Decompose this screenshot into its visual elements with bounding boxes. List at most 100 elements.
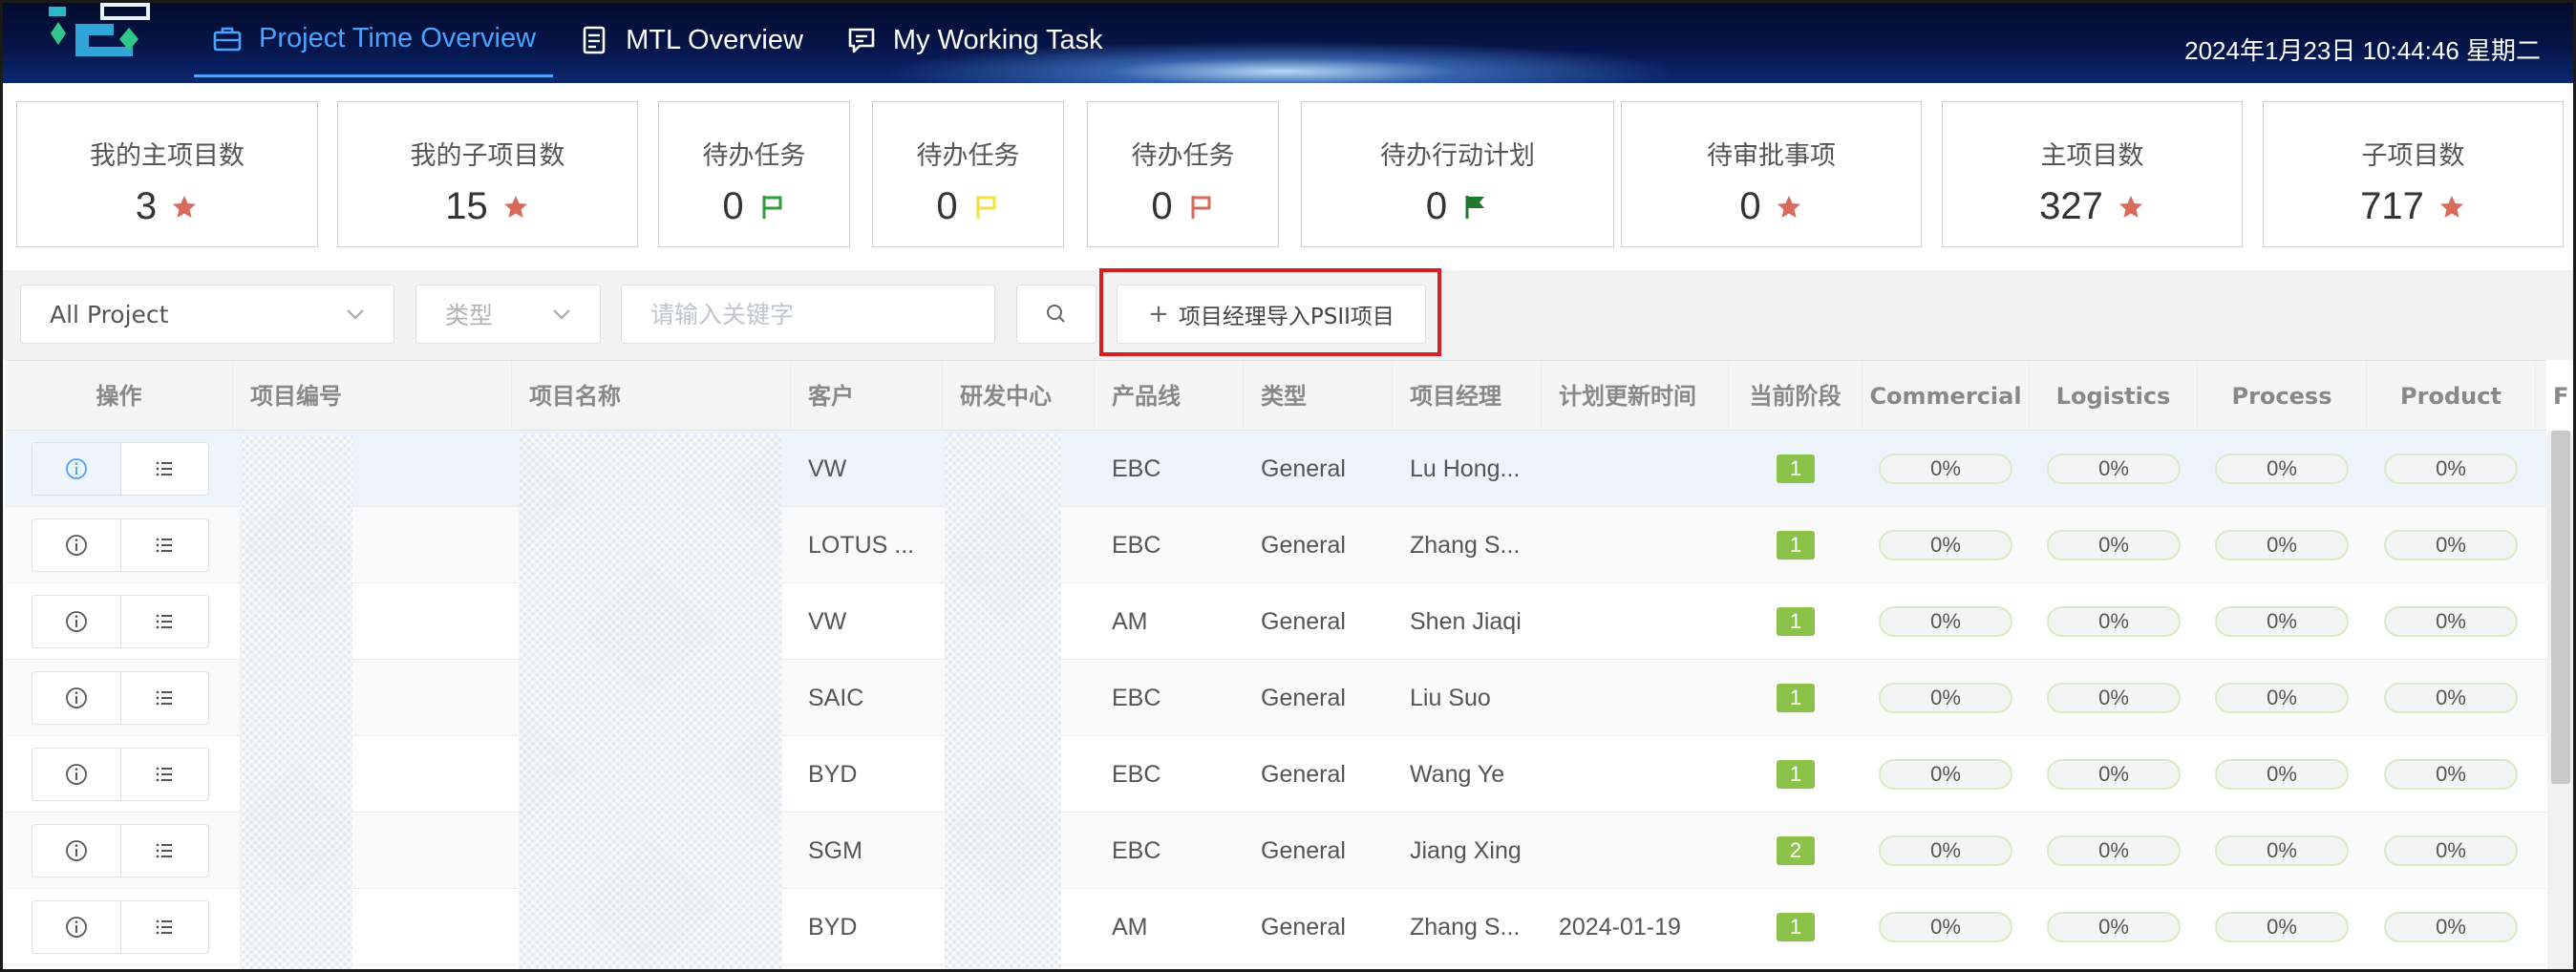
nav-mtl-overview[interactable]: MTL Overview xyxy=(561,3,820,77)
cell-manager: Liu Suo xyxy=(1410,685,1491,711)
header-col-process[interactable]: Process xyxy=(2198,361,2367,432)
chat-icon xyxy=(845,24,878,56)
nav-my-working-task[interactable]: My Working Task xyxy=(828,3,1120,77)
cell-product-line: EBC xyxy=(1112,455,1161,482)
header-col-product[interactable]: Product xyxy=(2367,361,2536,432)
stat-card[interactable]: 待办任务 0 xyxy=(1087,101,1279,247)
logistics-progress: 0% xyxy=(2047,606,2181,637)
star-icon xyxy=(2438,193,2466,222)
header-col-manager[interactable]: 项目经理 xyxy=(1393,361,1542,432)
table-row[interactable]: SGM EBC General Jiang Xing 2 0% 0% 0% 0% xyxy=(6,813,2546,889)
row-actions xyxy=(32,671,209,725)
list-button[interactable] xyxy=(119,443,209,495)
header-col-actions[interactable]: 操作 xyxy=(6,361,233,432)
table-row[interactable]: BYD AM General Zhang S... 2024-01-19 1 0… xyxy=(6,889,2546,965)
flag-outline-icon xyxy=(1186,193,1215,222)
info-button[interactable] xyxy=(32,596,120,647)
search-input[interactable] xyxy=(621,285,995,344)
nav-label: Project Time Overview xyxy=(259,23,537,53)
import-psii-button[interactable]: + 项目经理导入PSII项目 xyxy=(1117,285,1426,344)
header-col-stage[interactable]: 当前阶段 xyxy=(1729,361,1863,432)
cell-customer: VW xyxy=(808,608,847,635)
stat-card[interactable]: 待审批事项 0 xyxy=(1621,101,1922,247)
cell-product-line: AM xyxy=(1112,608,1148,635)
cell-plan-update: 2024-01-19 xyxy=(1559,914,1681,940)
list-button[interactable] xyxy=(119,519,209,571)
product-progress: 0% xyxy=(2384,454,2518,484)
stage-badge: 1 xyxy=(1777,684,1815,712)
stat-card[interactable]: 待办任务 0 xyxy=(872,101,1064,247)
info-button[interactable] xyxy=(32,825,120,877)
nav-label: My Working Task xyxy=(892,24,1103,55)
header-col-product-line[interactable]: 产品线 xyxy=(1095,361,1244,432)
commercial-progress: 0% xyxy=(1879,912,2012,942)
header-col-type[interactable]: 类型 xyxy=(1244,361,1393,432)
stat-card[interactable]: 待办行动计划 0 xyxy=(1301,101,1614,247)
info-button[interactable] xyxy=(32,901,120,953)
process-progress: 0% xyxy=(2215,683,2349,713)
scrollbar-thumb[interactable] xyxy=(2551,431,2570,784)
table-row[interactable]: VW AM General Shen Jiaqi 1 0% 0% 0% 0% xyxy=(6,583,2546,660)
commercial-progress: 0% xyxy=(1879,606,2012,637)
search-button[interactable] xyxy=(1016,285,1096,344)
redacted-project-id xyxy=(240,434,352,969)
table-row[interactable]: LOTUS ... EBC General Zhang S... 1 0% 0%… xyxy=(6,507,2546,583)
list-button[interactable] xyxy=(119,672,209,724)
product-progress: 0% xyxy=(2384,759,2518,790)
table-row[interactable]: VW EBC General Lu Hong... 1 0% 0% 0% 0% xyxy=(6,431,2546,507)
stat-card[interactable]: 我的子项目数 15 xyxy=(337,101,638,247)
header-col-plan-update[interactable]: 计划更新时间 xyxy=(1542,361,1729,432)
header-col-customer[interactable]: 客户 xyxy=(791,361,943,432)
table-row[interactable]: BYD EBC General Wang Ye 1 0% 0% 0% 0% xyxy=(6,736,2546,813)
stat-card[interactable]: 待办任务 0 xyxy=(658,101,850,247)
row-actions xyxy=(32,824,209,877)
header-col-project-id[interactable]: 项目编号 xyxy=(233,361,512,432)
header-col-f[interactable]: F xyxy=(2536,361,2573,432)
stat-label: 我的主项目数 xyxy=(90,141,245,171)
info-button[interactable] xyxy=(32,519,120,571)
stat-value: 0 xyxy=(1739,185,1761,227)
list-button[interactable] xyxy=(119,749,209,800)
header-col-rd-center[interactable]: 研发中心 xyxy=(943,361,1095,432)
search-icon xyxy=(1047,305,1065,323)
stat-card[interactable]: 子项目数 717 xyxy=(2263,101,2564,247)
project-select[interactable]: All Project xyxy=(20,285,394,344)
plus-icon: + xyxy=(1148,300,1169,328)
info-button[interactable] xyxy=(32,443,120,495)
cell-product-line: EBC xyxy=(1112,837,1161,864)
list-button[interactable] xyxy=(119,901,209,953)
chevron-down-icon xyxy=(347,309,364,320)
star-icon xyxy=(2117,193,2145,222)
type-select[interactable]: 类型 xyxy=(415,285,601,344)
header-col-commercial[interactable]: Commercial xyxy=(1863,361,2030,432)
stat-value: 3 xyxy=(135,185,158,227)
stat-value: 15 xyxy=(445,185,488,227)
list-icon xyxy=(156,690,173,706)
stat-card[interactable]: 我的主项目数 3 xyxy=(16,101,318,247)
company-logo xyxy=(49,3,150,56)
cell-manager: Jiang Xing xyxy=(1410,837,1522,864)
process-progress: 0% xyxy=(2215,759,2349,790)
cell-type: General xyxy=(1261,608,1346,635)
stat-card[interactable]: 主项目数 327 xyxy=(1942,101,2243,247)
chevron-down-icon xyxy=(553,309,570,320)
stat-label: 待办行动计划 xyxy=(1380,141,1535,171)
filter-bar: All Project 类型 + 项目经理导入PSII项目 xyxy=(3,270,2573,360)
list-icon xyxy=(156,538,173,553)
info-icon xyxy=(65,687,87,708)
cell-type: General xyxy=(1261,455,1346,482)
nav-project-time-overview[interactable]: Project Time Overview xyxy=(194,3,554,77)
header-col-project-name[interactable]: 项目名称 xyxy=(512,361,791,432)
product-progress: 0% xyxy=(2384,835,2518,866)
list-button[interactable] xyxy=(119,825,209,877)
vertical-scrollbar[interactable] xyxy=(2547,431,2573,969)
cell-customer: BYD xyxy=(808,761,858,788)
table-row[interactable]: SAIC EBC General Liu Suo 1 0% 0% 0% 0% xyxy=(6,660,2546,736)
stat-label: 待审批事项 xyxy=(1707,141,1836,171)
logistics-progress: 0% xyxy=(2047,835,2181,866)
cell-manager: Wang Ye xyxy=(1410,761,1505,788)
header-col-logistics[interactable]: Logistics xyxy=(2030,361,2198,432)
info-button[interactable] xyxy=(32,749,120,800)
list-button[interactable] xyxy=(119,596,209,647)
info-button[interactable] xyxy=(32,672,120,724)
